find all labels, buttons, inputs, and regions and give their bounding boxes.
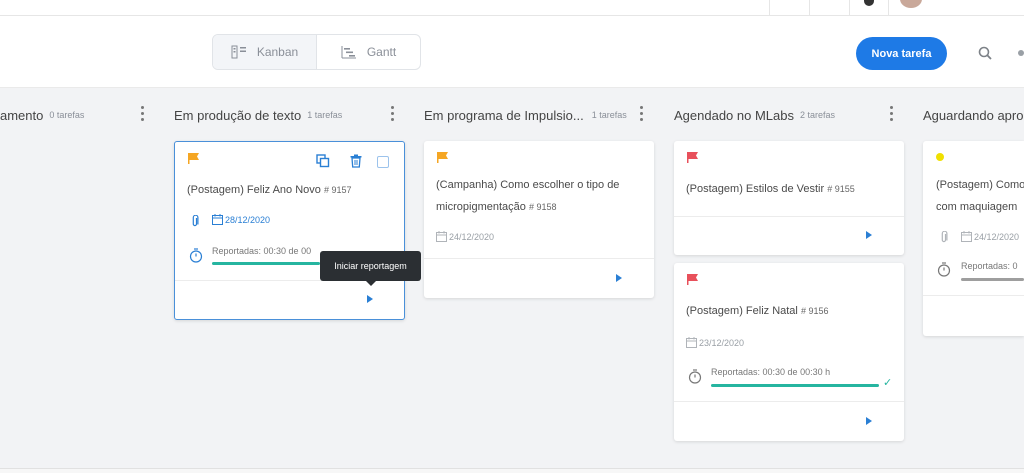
- column-title: Em produção de texto: [174, 107, 302, 123]
- select-checkbox[interactable]: [377, 156, 389, 168]
- play-icon[interactable]: [866, 231, 872, 239]
- time-progress-bar: [711, 384, 879, 387]
- duplicate-icon[interactable]: [316, 154, 330, 168]
- column-menu-icon[interactable]: [890, 106, 894, 121]
- card-title: (Postagem) Feliz Natal # 9156: [686, 305, 829, 317]
- trash-icon[interactable]: [350, 154, 362, 168]
- column-menu-icon[interactable]: [141, 106, 145, 121]
- topbar-button-1[interactable]: [769, 0, 809, 15]
- reported-time: Reportadas: 00:30 de 00:30 h: [711, 367, 831, 377]
- new-task-button[interactable]: Nova tarefa: [856, 37, 947, 70]
- avatar[interactable]: [900, 0, 922, 8]
- attachment-icon: [192, 215, 199, 227]
- due-date[interactable]: 24/12/2020: [436, 231, 494, 242]
- column-header: Em programa de Impulsio... 1 tarefas: [424, 104, 627, 126]
- task-card[interactable]: (Postagem) Como com maquiagem 24/12/2020…: [923, 141, 1024, 336]
- task-card[interactable]: (Postagem) Feliz Natal # 9156 23/12/2020…: [674, 263, 904, 441]
- search-button[interactable]: [978, 46, 992, 65]
- board-toolbar: Kanban Gantt Nova tarefa: [0, 16, 1024, 88]
- column-menu-icon[interactable]: [391, 106, 395, 121]
- view-gantt-label: Gantt: [366, 45, 397, 59]
- play-icon[interactable]: [616, 274, 622, 282]
- kanban-icon: [231, 45, 246, 59]
- card-title: (Postagem) Como com maquiagem: [936, 179, 1024, 213]
- card-divider: [674, 401, 904, 402]
- view-toggle: Kanban Gantt: [212, 34, 421, 70]
- topbar-button-2[interactable]: [809, 0, 849, 15]
- due-date[interactable]: 24/12/2020: [961, 231, 1019, 242]
- column-menu-icon[interactable]: [640, 106, 644, 121]
- play-icon[interactable]: [866, 417, 872, 425]
- view-kanban-label: Kanban: [256, 45, 299, 59]
- time-progress-bar: [212, 262, 320, 265]
- task-card[interactable]: (Campanha) Como escolher o tipo de micro…: [424, 141, 654, 298]
- reported-time: Reportadas: 0: [961, 261, 1018, 271]
- reported-time: Reportadas: 00:30 de 00: [212, 246, 312, 256]
- column-header: Agendado no MLabs 2 tarefas: [674, 104, 835, 126]
- column-count: 2 tarefas: [799, 110, 836, 120]
- bell-icon: [864, 0, 874, 6]
- tooltip: Iniciar reportagem: [320, 251, 421, 286]
- task-card[interactable]: (Postagem) Estilos de Vestir # 9155: [674, 141, 904, 255]
- card-title: (Postagem) Estilos de Vestir # 9155: [686, 183, 855, 195]
- gantt-icon: [341, 46, 356, 59]
- priority-flag-icon: [188, 153, 199, 164]
- attachment-icon: [941, 231, 948, 243]
- priority-flag-icon: [437, 152, 448, 163]
- view-kanban-button[interactable]: Kanban: [213, 35, 317, 69]
- priority-flag-icon: [687, 274, 698, 285]
- task-card[interactable]: (Postagem) Feliz Ano Novo # 9157 28/12/2…: [174, 141, 405, 320]
- board-bottom-edge: [0, 468, 1024, 473]
- calendar-icon: [212, 214, 223, 225]
- column-header: Aguardando apro: [923, 104, 1023, 126]
- notification-button[interactable]: [849, 0, 889, 15]
- view-gantt-button[interactable]: Gantt: [317, 35, 420, 69]
- card-title: (Postagem) Feliz Ano Novo # 9157: [187, 184, 352, 196]
- status-dot-icon: [936, 153, 944, 161]
- column-title: amento: [0, 107, 44, 123]
- column-title: Agendado no MLabs: [674, 107, 794, 123]
- more-options-icon[interactable]: [1018, 50, 1024, 56]
- card-divider: [674, 216, 904, 217]
- card-divider: [923, 295, 1024, 296]
- column-title: Em programa de Impulsio...: [424, 107, 584, 123]
- column-count: 0 tarefas: [49, 110, 85, 120]
- due-date[interactable]: 28/12/2020: [212, 214, 270, 225]
- calendar-icon: [436, 231, 447, 242]
- column-title: Aguardando apro: [923, 107, 1024, 123]
- calendar-icon: [961, 231, 972, 242]
- column-header: amento 0 tarefas: [0, 104, 84, 126]
- due-date[interactable]: 23/12/2020: [686, 337, 744, 348]
- column-count: 1 tarefas: [591, 110, 627, 120]
- top-bar: [0, 0, 1024, 16]
- card-title: (Campanha) Como escolher o tipo de micro…: [436, 179, 620, 213]
- timer-icon: [937, 262, 951, 277]
- play-icon[interactable]: [367, 295, 373, 303]
- card-divider: [424, 258, 654, 259]
- check-icon: ✓: [883, 377, 893, 389]
- column-count: 1 tarefas: [307, 110, 343, 120]
- calendar-icon: [686, 337, 697, 348]
- priority-flag-icon: [687, 152, 698, 163]
- search-icon: [978, 46, 992, 60]
- column-header: Em produção de texto 1 tarefas: [174, 104, 342, 126]
- time-progress-bar: [961, 278, 1024, 281]
- timer-icon: [189, 248, 203, 263]
- timer-icon: [688, 369, 702, 384]
